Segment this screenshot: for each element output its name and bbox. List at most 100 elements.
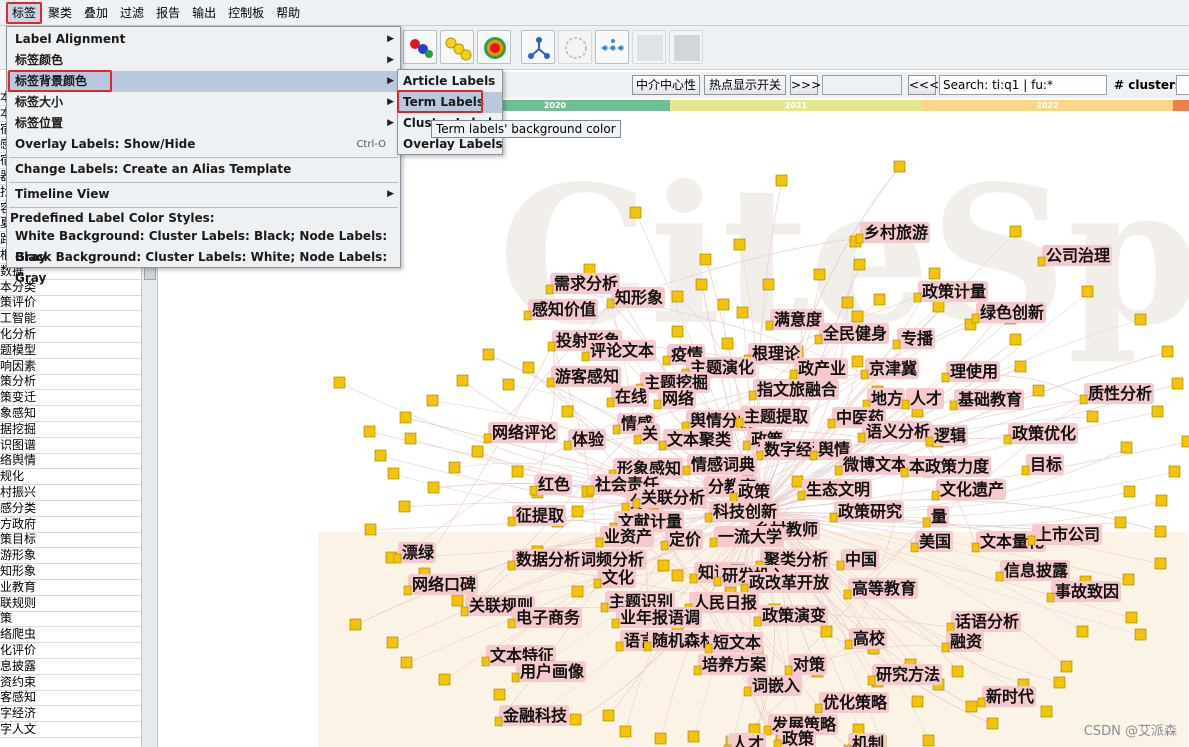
term-node[interactable] <box>529 485 538 496</box>
term-node[interactable] <box>742 440 751 451</box>
term-label[interactable]: 政产业 <box>789 358 848 380</box>
term-label[interactable]: 乡村旅游 <box>855 222 930 244</box>
term-node[interactable] <box>977 697 986 708</box>
circle-layout-icon[interactable] <box>558 30 592 64</box>
graph-node[interactable] <box>511 465 524 478</box>
term-label[interactable]: 评论文本 <box>581 340 656 362</box>
graph-node[interactable] <box>387 467 400 480</box>
term-label[interactable]: 主题提取 <box>735 406 810 428</box>
keyword-list-item[interactable]: 策变迁 <box>0 390 142 407</box>
term-label[interactable]: 一流大学 <box>709 526 784 548</box>
keyword-list-item[interactable]: 息披露 <box>0 659 142 675</box>
term-node[interactable] <box>483 433 492 444</box>
term-label[interactable]: 在线 <box>606 386 649 408</box>
graph-node[interactable] <box>733 238 746 251</box>
graph-node[interactable] <box>853 258 866 271</box>
yellow-dots-icon[interactable] <box>440 30 474 64</box>
graph-node[interactable] <box>629 206 642 219</box>
graph-node[interactable] <box>721 337 734 350</box>
term-label[interactable]: 漂绿 <box>393 542 436 564</box>
graph-node[interactable] <box>619 725 632 738</box>
term-label[interactable]: 情感词典 <box>682 454 757 476</box>
term-node[interactable] <box>704 643 713 654</box>
term-label[interactable]: 理使用 <box>941 361 1000 383</box>
term-label[interactable]: 电子商务 <box>507 607 582 629</box>
graph-node[interactable] <box>1154 557 1167 570</box>
graph-node[interactable] <box>438 673 451 686</box>
term-label[interactable]: 网络评论 <box>483 422 558 444</box>
term-node[interactable] <box>481 656 490 667</box>
menu-item-change-labels[interactable]: Change Labels: Create an Alias Template <box>7 159 400 180</box>
keyword-list-item[interactable]: 络爬虫 <box>0 627 142 644</box>
term-label[interactable]: 话语分析 <box>946 611 1021 633</box>
term-node[interactable] <box>658 440 667 451</box>
term-node[interactable] <box>713 576 722 587</box>
graph-node[interactable] <box>922 734 935 747</box>
graph-node[interactable] <box>965 700 978 713</box>
term-node[interactable] <box>941 642 950 653</box>
term-node[interactable] <box>829 512 838 523</box>
term-label[interactable]: 满意度 <box>765 309 824 331</box>
term-node[interactable] <box>735 417 744 428</box>
graph-node[interactable] <box>928 267 941 280</box>
term-node[interactable] <box>913 292 922 303</box>
graph-node[interactable] <box>717 298 730 311</box>
term-node[interactable] <box>834 465 843 476</box>
texture-icon[interactable] <box>632 30 666 64</box>
term-label[interactable]: 绿色创新 <box>971 302 1046 324</box>
term-node[interactable] <box>843 589 852 600</box>
term-label[interactable]: 政改革开放 <box>740 572 831 594</box>
term-label[interactable]: 政策 <box>729 481 772 503</box>
term-node[interactable] <box>922 517 931 528</box>
term-node[interactable] <box>1037 256 1046 267</box>
menu-filter[interactable]: 过滤 <box>114 2 150 24</box>
term-node[interactable] <box>910 542 919 553</box>
centrality-button[interactable]: 中介中心性 <box>632 75 700 95</box>
keyword-list-item[interactable]: 化分析 <box>0 327 142 343</box>
term-node[interactable] <box>494 716 503 727</box>
keyword-list-item[interactable]: 客感知 <box>0 690 142 707</box>
term-label[interactable]: 政策 <box>773 728 816 747</box>
term-label[interactable]: 新时代 <box>977 686 1036 708</box>
keyword-list-item[interactable]: 字人文 <box>0 722 142 738</box>
keyword-list-item[interactable]: 策评价 <box>0 295 142 312</box>
term-node[interactable] <box>547 341 556 352</box>
term-node[interactable] <box>662 355 671 366</box>
graph-node[interactable] <box>482 348 495 361</box>
graph-node[interactable] <box>932 300 945 313</box>
term-node[interactable] <box>615 641 624 652</box>
term-node[interactable] <box>593 578 602 589</box>
term-label[interactable]: 地方 <box>862 388 905 410</box>
graph-node[interactable] <box>522 361 535 374</box>
graph-node[interactable] <box>1081 285 1094 298</box>
term-node[interactable] <box>836 560 845 571</box>
year-field[interactable] <box>822 75 902 95</box>
term-node[interactable] <box>941 372 950 383</box>
graph-node[interactable] <box>399 411 412 424</box>
term-label[interactable]: 语义分析 <box>857 421 932 443</box>
search-input[interactable] <box>939 75 1107 95</box>
graph-node[interactable] <box>349 618 362 631</box>
keyword-list-item[interactable]: 规化 <box>0 469 142 486</box>
term-node[interactable] <box>814 703 823 714</box>
term-label[interactable]: 事故致因 <box>1046 581 1121 603</box>
term-label[interactable]: 美国 <box>910 531 953 553</box>
graph-node[interactable] <box>911 695 924 708</box>
graph-node[interactable] <box>775 174 788 187</box>
term-node[interactable] <box>827 418 836 429</box>
term-label[interactable]: 业资产 <box>595 526 654 548</box>
term-node[interactable] <box>900 467 909 478</box>
graph-node[interactable] <box>363 425 376 438</box>
term-node[interactable] <box>709 537 718 548</box>
term-node[interactable] <box>743 686 752 697</box>
graph-node[interactable] <box>386 636 399 649</box>
menu-item-timeline-view[interactable]: Timeline View ▶ <box>7 184 400 205</box>
term-node[interactable] <box>1021 465 1030 476</box>
term-node[interactable] <box>809 450 818 461</box>
next-button[interactable]: >>> <box>790 75 821 95</box>
keyword-list-item[interactable]: 题模型 <box>0 343 142 359</box>
term-node[interactable] <box>606 298 615 309</box>
graph-node[interactable] <box>671 290 684 303</box>
term-node[interactable] <box>689 573 698 584</box>
keyword-list-item[interactable]: 方政府 <box>0 517 142 533</box>
